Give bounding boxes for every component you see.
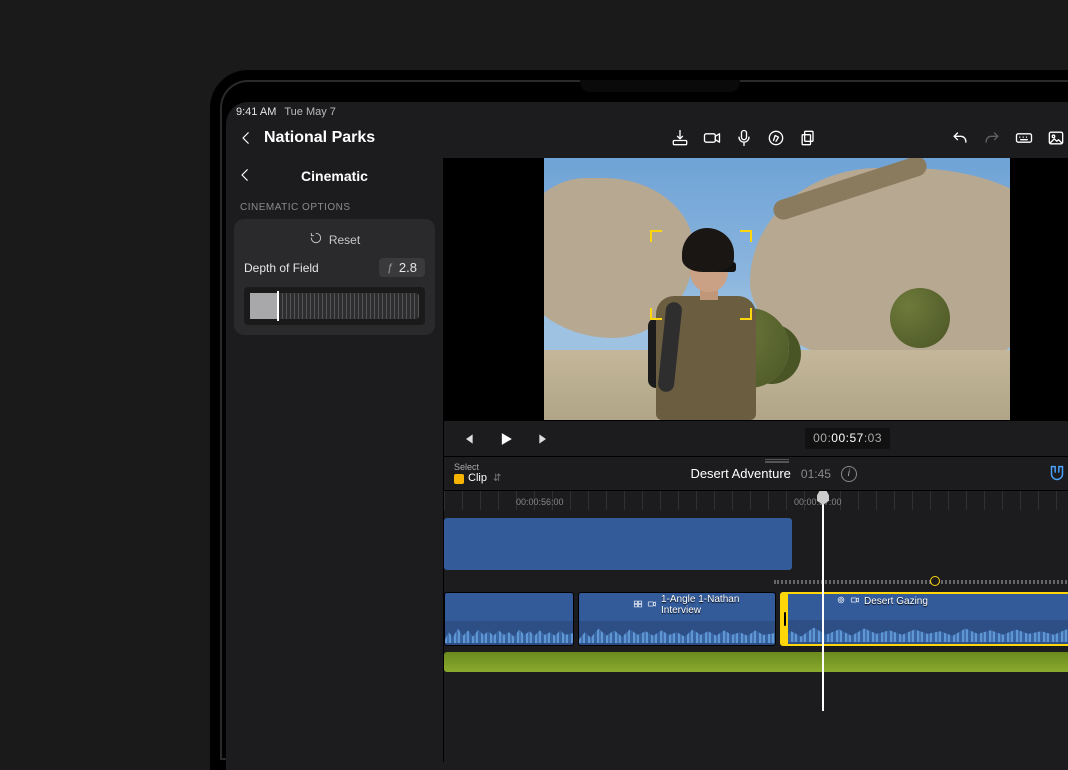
connected-clip[interactable] (444, 518, 792, 570)
subject (644, 228, 764, 420)
camera-button[interactable] (696, 122, 728, 154)
project-info-button[interactable]: i (841, 466, 857, 482)
timeline-clip[interactable] (444, 592, 574, 646)
clip-swatch (454, 474, 464, 484)
resize-handle[interactable] (765, 459, 789, 463)
back-button[interactable] (232, 124, 260, 152)
app-header: National Parks (226, 118, 1068, 158)
reset-label: Reset (329, 233, 360, 247)
content-library-button[interactable] (1040, 122, 1068, 154)
ruler-label: 00:00:56:00 (516, 497, 564, 507)
timeline-ruler[interactable]: 00:00:56:0000:00:57:00 (444, 490, 1068, 510)
section-label: CINEMATIC OPTIONS (226, 194, 443, 219)
status-date: Tue May 7 (284, 106, 336, 118)
timeline-project-name: Desert Adventure (690, 466, 790, 481)
prev-frame-button[interactable] (454, 425, 482, 453)
timeline-header: Select Clip ⇵ Desert Adventure 01:45 i (444, 456, 1068, 490)
audio-track[interactable] (444, 652, 1068, 672)
voiceover-button[interactable] (728, 122, 760, 154)
redo-button (976, 122, 1008, 154)
status-time: 9:41 AM (236, 106, 276, 118)
chevron-updown-icon: ⇵ (493, 473, 501, 485)
viewer[interactable] (444, 158, 1068, 420)
viewer-frame (544, 158, 1010, 420)
video-icon (850, 595, 860, 608)
clip-label: 1-Angle 1-Nathan Interview (633, 594, 775, 616)
f-stop-icon: ƒ (387, 262, 393, 274)
app-screen: 9:41 AM Tue May 7 National Parks (226, 102, 1068, 770)
multicam-icon (633, 599, 643, 612)
reset-button[interactable]: Reset (244, 229, 425, 258)
select-mode-label: Select (454, 462, 501, 473)
cinematic-icon (836, 595, 846, 608)
live-drawing-button[interactable] (760, 122, 792, 154)
cinematic-options-card: Reset Depth of Field ƒ 2.8 (234, 219, 435, 335)
timeline-tracks[interactable]: 1-Angle 1-Nathan Interview Desert Gazing (444, 510, 1068, 710)
range-indicator (774, 580, 1068, 584)
undo-button[interactable] (944, 122, 976, 154)
trim-handle-left[interactable] (782, 594, 788, 644)
timeline-clip[interactable]: 1-Angle 1-Nathan Interview (578, 592, 776, 646)
range-marker[interactable] (930, 576, 940, 586)
dof-slider[interactable] (250, 293, 419, 319)
timecode-display[interactable]: 00:00:57:03 (805, 428, 890, 449)
video-icon (647, 599, 657, 612)
panel-back-button[interactable] (232, 162, 258, 188)
next-frame-button[interactable] (530, 425, 558, 453)
focus-bracket (740, 308, 752, 320)
select-mode-value: Clip (468, 472, 487, 485)
reset-icon (309, 231, 323, 248)
playhead[interactable] (822, 491, 824, 711)
dof-value: 2.8 (399, 260, 417, 275)
timeline-project-duration: 01:45 (801, 467, 831, 481)
duplicate-button[interactable] (792, 122, 824, 154)
select-mode-picker[interactable]: Clip ⇵ (454, 472, 501, 485)
import-media-button[interactable] (664, 122, 696, 154)
transport-bar: 00:00:57:03 (444, 420, 1068, 456)
ipad-frame: 9:41 AM Tue May 7 National Parks (210, 70, 1068, 770)
focus-bracket (650, 308, 662, 320)
notch (580, 80, 740, 92)
panel-title: Cinematic (301, 168, 368, 184)
snapping-button[interactable] (1046, 463, 1068, 485)
play-button[interactable] (492, 425, 520, 453)
focus-bracket (740, 230, 752, 242)
dof-label: Depth of Field (244, 261, 319, 275)
clip-label: Desert Gazing (836, 595, 928, 608)
status-bar: 9:41 AM Tue May 7 (226, 102, 1068, 118)
focus-bracket (650, 230, 662, 242)
project-title: National Parks (264, 129, 375, 147)
inspector-panel: Cinematic CINEMATIC OPTIONS Reset Depth … (226, 158, 444, 762)
dof-value-field[interactable]: ƒ 2.8 (379, 258, 425, 277)
keyboard-button[interactable] (1008, 122, 1040, 154)
